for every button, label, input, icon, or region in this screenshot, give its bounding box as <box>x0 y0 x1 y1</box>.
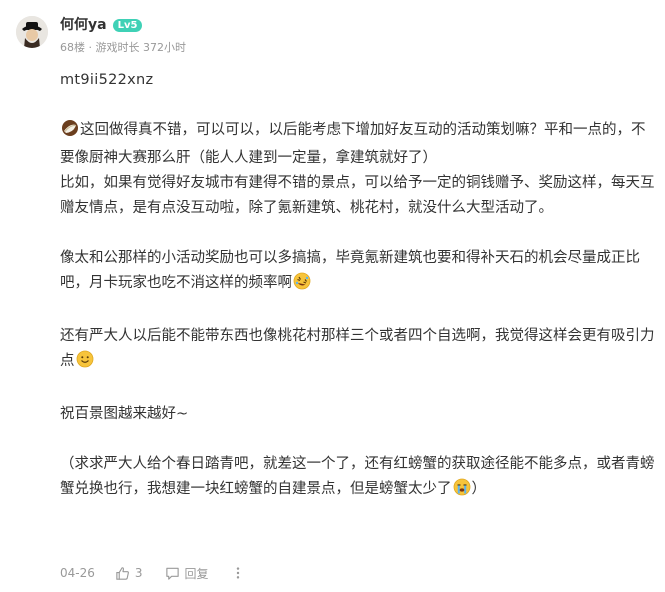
username[interactable]: 何何ya <box>60 15 107 35</box>
reply-label: 回复 <box>184 566 209 581</box>
comment-post: 何何ya Lv5 68楼 · 游戏时长 372小时 mt9ii522xnz 这回… <box>0 0 665 592</box>
comment-icon <box>165 566 180 581</box>
paragraph-1: 这回做得真不错，可以可以，以后能考虑下增加好友互动的活动策划嘛？平和一点的，不要… <box>60 118 658 171</box>
post-actions: 04-26 3 回复 <box>60 563 267 583</box>
code-text: mt9ii522xnz <box>60 72 154 88</box>
post-date: 04-26 <box>60 566 95 580</box>
paragraph-4: 还有严大人以后能不能带东西也像桃花村那样三个或者四个自选啊，我觉得这样会更有吸引… <box>60 324 658 377</box>
paragraph-6: （求求严大人给个春日踏青吧，就差这一个了，还有红螃蟹的获取途径能不能多点，或者青… <box>60 452 658 505</box>
paragraph-3: 像太和公那样的小活动奖励也可以多搞搞，毕竟氪新建筑也要和得补天石的机会尽量成正比… <box>60 246 658 299</box>
rofl-emoji <box>293 272 311 299</box>
coconut-emoji <box>61 119 79 146</box>
like-button[interactable]: 3 <box>115 566 143 581</box>
floor-number: 68楼 <box>60 41 85 54</box>
post-content: mt9ii522xnz 这回做得真不错，可以可以，以后能考虑下增加好友互动的活动… <box>60 68 658 505</box>
user-info: 何何ya Lv5 <box>60 15 143 35</box>
avatar[interactable] <box>16 16 48 48</box>
more-button[interactable] <box>231 566 245 580</box>
sob-emoji <box>453 478 471 505</box>
post-meta: 68楼 · 游戏时长 372小时 <box>60 40 186 56</box>
more-icon <box>231 566 245 580</box>
playtime: 游戏时长 372小时 <box>95 41 187 54</box>
thumbs-up-icon <box>115 566 130 581</box>
smile-emoji <box>76 350 94 377</box>
paragraph-2: 比如，如果有觉得好友城市有建得不错的景点，可以给予一定的铜钱赠予、奖励这样，每天… <box>60 175 655 216</box>
paragraph-5: 祝百景图越来越好~ <box>60 406 189 422</box>
like-count: 3 <box>134 566 143 580</box>
meta-separator: · <box>88 41 93 54</box>
reply-button[interactable]: 回复 <box>165 565 209 582</box>
level-badge: Lv5 <box>112 18 143 32</box>
